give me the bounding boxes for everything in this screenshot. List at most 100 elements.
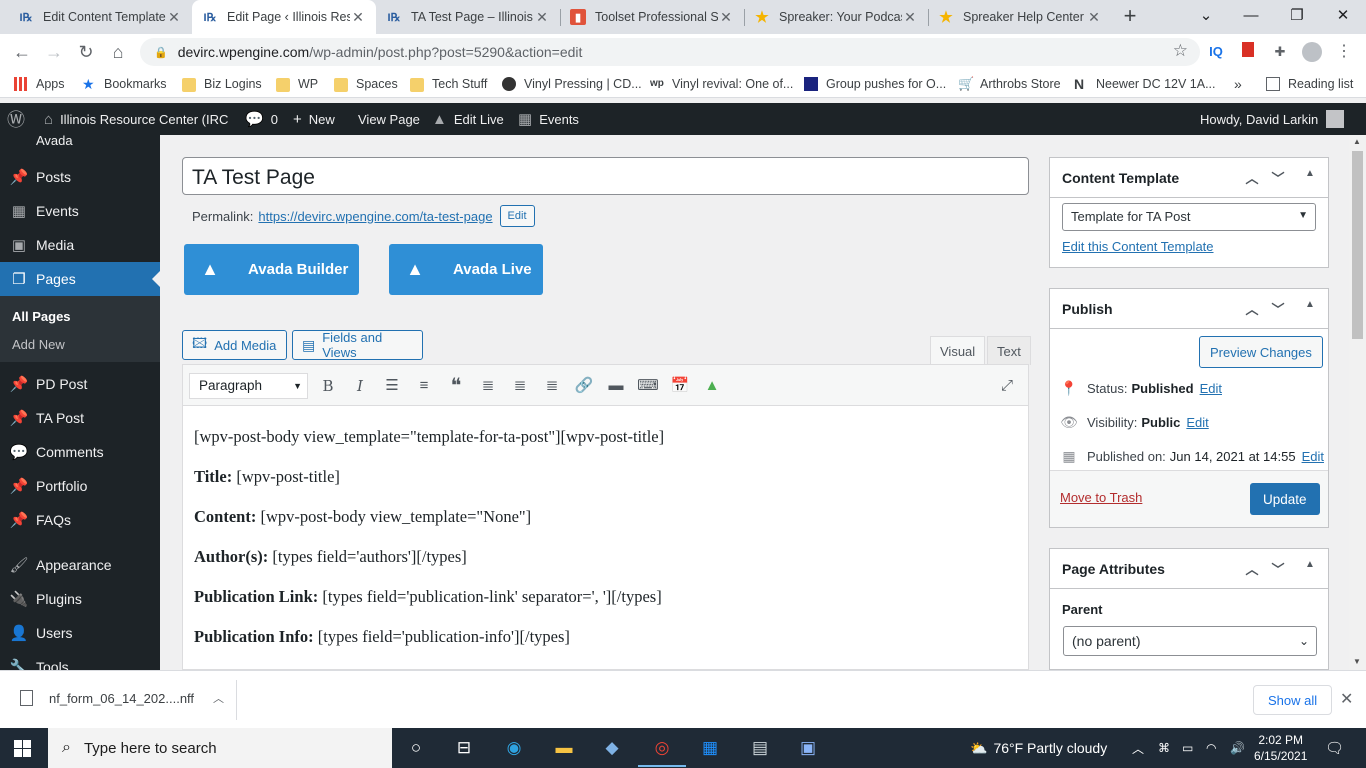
tab-edit-page[interactable]: I℞ Edit Page ‹ Illinois Reso ✕ (192, 0, 376, 34)
new-tab-button[interactable]: + (1118, 5, 1142, 29)
tab-spreaker[interactable]: ★ Spreaker: Your Podcast ✕ (744, 0, 928, 34)
sidebar-item-pd-post[interactable]: 📌 PD Post (0, 367, 160, 401)
bulleted-list-icon[interactable]: ☰ (381, 375, 403, 397)
browser-menu-icon[interactable]: ⋮ (1334, 42, 1354, 62)
parent-select[interactable]: (no parent) ⌄ (1063, 626, 1317, 656)
bookmark-apps[interactable]: Apps (14, 75, 65, 93)
reload-icon[interactable]: ↻ (74, 40, 98, 64)
fullscreen-icon[interactable]: ⤢ (996, 375, 1018, 397)
update-button[interactable]: Update (1250, 483, 1320, 515)
fields-and-views-button[interactable]: ▤ Fields and Views (292, 330, 423, 360)
bookmark-neewer[interactable]: N Neewer DC 12V 1A... (1074, 75, 1216, 93)
move-down-icon[interactable]: ﹀ (1268, 559, 1288, 578)
sidebar-item-tools[interactable]: 🔧 Tools (0, 650, 160, 670)
notifications-icon[interactable]: 🗨 (1325, 728, 1344, 768)
weather-widget[interactable]: ⛅ 76°F Partly cloudy (970, 728, 1107, 768)
sidebar-item-events[interactable]: ▦ Events (0, 194, 160, 228)
page-scrollbar[interactable]: ▲ ▼ (1349, 135, 1366, 670)
tab-spreaker-help[interactable]: ★ Spreaker Help Center ✕ (928, 0, 1112, 34)
close-window-button[interactable]: ✕ (1320, 0, 1366, 32)
avada-builder-button[interactable]: ▲ Avada Builder (184, 244, 359, 295)
red-extension-icon[interactable] (1238, 42, 1258, 62)
sidebar-item-ta-post[interactable]: 📌 TA Post (0, 401, 160, 435)
sidebar-item-appearance[interactable]: 🖌 Appearance (0, 548, 160, 582)
maximize-button[interactable]: ❐ (1274, 0, 1320, 32)
scroll-down-icon[interactable]: ▼ (1353, 657, 1361, 666)
edit-visibility-link[interactable]: Edit (1186, 415, 1208, 430)
show-all-button[interactable]: Show all (1253, 685, 1333, 715)
link-icon[interactable]: 🔗 (573, 375, 595, 397)
extensions-puzzle-icon[interactable]: ✚ (1270, 42, 1290, 62)
site-name-link[interactable]: ⌂ Illinois Resource Center (IRC (44, 103, 228, 135)
read-more-icon[interactable]: ▬ (605, 375, 627, 397)
network-icon[interactable]: ⌘ (1158, 728, 1170, 768)
permalink-edit-button[interactable]: Edit (499, 205, 535, 227)
file-explorer-icon[interactable]: ▬ (552, 736, 576, 760)
close-tab-icon[interactable]: ✕ (350, 9, 366, 26)
task-view-icon[interactable]: ⊟ (452, 736, 476, 760)
submenu-all-pages[interactable]: All Pages (12, 309, 71, 324)
windows-start-icon[interactable] (14, 740, 31, 757)
bookmark-arthrobs[interactable]: 🛒 Arthrobs Store (958, 75, 1061, 93)
sidebar-item-avada[interactable]: Avada (0, 135, 160, 157)
system-clock[interactable]: 2:02 PM 6/15/2021 (1254, 732, 1307, 764)
events-link[interactable]: ▦ Events (518, 103, 579, 135)
profile-avatar-icon[interactable] (1302, 42, 1322, 62)
close-tab-icon[interactable]: ✕ (902, 9, 918, 26)
numbered-list-icon[interactable]: ≡ (413, 375, 435, 397)
calculator-icon[interactable]: ▤ (748, 736, 772, 760)
bookmark-spaces[interactable]: Spaces (334, 75, 398, 93)
battery-icon[interactable]: ▭ (1182, 728, 1193, 768)
move-down-icon[interactable]: ﹀ (1268, 299, 1288, 318)
reading-list[interactable]: Reading list (1266, 75, 1353, 93)
close-tab-icon[interactable]: ✕ (166, 9, 182, 26)
minimize-button[interactable]: — (1228, 0, 1274, 32)
close-tab-icon[interactable]: ✕ (534, 9, 550, 26)
sidebar-item-pages[interactable]: ❐ Pages (0, 262, 160, 296)
close-tab-icon[interactable]: ✕ (1086, 9, 1102, 26)
bookmark-wp[interactable]: WP (276, 75, 318, 93)
blockquote-icon[interactable]: ❝ (445, 375, 467, 397)
toolbar-toggle-icon[interactable]: ⌨ (637, 375, 659, 397)
app-icon[interactable]: ◆ (600, 736, 624, 760)
chrome-icon[interactable]: ◎ (638, 736, 686, 767)
sidebar-item-posts[interactable]: 📌 Posts (0, 160, 160, 194)
edit-date-link[interactable]: Edit (1302, 449, 1324, 464)
tab-text[interactable]: Text (987, 336, 1031, 365)
iq-extension-icon[interactable]: IQ (1206, 42, 1226, 62)
post-title-input[interactable]: TA Test Page (182, 157, 1029, 195)
content-template-select[interactable]: Template for TA Post ▼ (1062, 203, 1316, 231)
photos-icon[interactable]: ▣ (796, 736, 820, 760)
sidebar-item-comments[interactable]: 💬 Comments (0, 435, 160, 469)
submenu-add-new[interactable]: Add New (12, 337, 65, 352)
collapse-toggle-icon[interactable]: ▲ (1300, 168, 1320, 179)
move-up-icon[interactable]: ︿ (1242, 168, 1262, 187)
bookmark-star-icon[interactable]: ☆ (1173, 41, 1188, 61)
sidebar-item-faqs[interactable]: 📌 FAQs (0, 503, 160, 537)
tab-visual[interactable]: Visual (930, 336, 986, 365)
bookmark-biz-logins[interactable]: Biz Logins (182, 75, 262, 93)
content-editor[interactable]: Paragraph ▼ B I ☰ ≡ ❝ ≣ ≣ ≣ 🔗 ▬ ⌨ 📅 ▲ ⤢ [… (182, 364, 1029, 670)
move-to-trash-link[interactable]: Move to Trash (1060, 490, 1142, 505)
tab-toolset[interactable]: ▮ Toolset Professional Su ✕ (560, 0, 744, 34)
collapse-toggle-icon[interactable]: ▲ (1300, 559, 1320, 570)
comments-link[interactable]: 💬 0 (245, 103, 278, 135)
wifi-icon[interactable]: ◠ (1206, 728, 1216, 768)
collapse-toggle-icon[interactable]: ▲ (1300, 299, 1320, 310)
calendar-shortcode-icon[interactable]: 📅 (669, 375, 691, 397)
preview-changes-button[interactable]: Preview Changes (1199, 336, 1323, 368)
italic-icon[interactable]: I (349, 375, 371, 397)
bookmark-vinyl-revival[interactable]: wp Vinyl revival: One of... (650, 75, 793, 93)
new-content-link[interactable]: + New (293, 103, 335, 135)
chevron-up-icon[interactable]: ︿ (213, 690, 224, 706)
tab-search-icon[interactable]: ⌄ (1183, 0, 1229, 32)
cortana-icon[interactable]: ○ (404, 736, 428, 760)
scroll-up-icon[interactable]: ▲ (1353, 137, 1361, 146)
download-item[interactable]: nf_form_06_14_202....nff ︿ (20, 690, 224, 706)
forward-arrow-icon[interactable]: → (42, 40, 66, 64)
avada-live-button[interactable]: ▲ Avada Live (389, 244, 543, 295)
my-account-link[interactable]: Howdy, David Larkin (1200, 103, 1345, 135)
align-center-icon[interactable]: ≣ (509, 375, 531, 397)
bold-icon[interactable]: B (317, 375, 339, 397)
close-shelf-icon[interactable]: ✕ (1340, 689, 1353, 709)
